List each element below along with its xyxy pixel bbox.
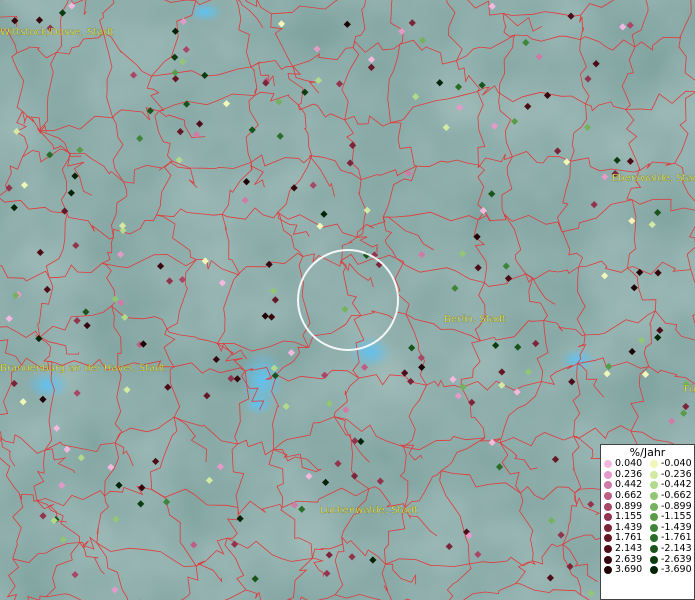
legend-color-dot	[650, 523, 658, 532]
legend-positive-entry: 2.639	[601, 553, 647, 565]
legend-color-dot	[604, 513, 612, 522]
legend-negative-entry: -1.761	[647, 533, 693, 543]
legend-value: 1.155	[615, 511, 643, 523]
legend-color-dot	[650, 492, 658, 501]
legend-negative-entry: -0.899	[647, 500, 693, 512]
legend-value: 0.040	[615, 458, 643, 470]
legend-positive-entry: 0.442	[601, 480, 647, 490]
legend-value: -0.236	[661, 468, 692, 480]
legend-value: -1.761	[661, 532, 692, 544]
legend-negative-entry: -2.639	[647, 553, 693, 565]
legend-negative-entry: -0.236	[647, 468, 693, 480]
legend-color-dot	[604, 566, 612, 575]
legend-value: -3.690	[661, 564, 692, 576]
legend-color-dot	[604, 523, 612, 532]
legend-row: 3.690 -3.690	[601, 565, 694, 576]
legend-positive-entry: 2.143	[601, 544, 647, 554]
legend-value: 0.236	[615, 468, 643, 480]
city-label-wittstock: Wittstock/Dosse, Stadt	[0, 27, 114, 38]
legend: %/Jahr 0.040 -0.040 0.236 -0.236 0.442 -0.442…	[600, 444, 695, 600]
legend-positive-entry: 1.155	[601, 512, 647, 522]
legend-value: -1.155	[661, 511, 692, 523]
legend-negative-entry: -1.155	[647, 512, 693, 522]
legend-color-dot	[650, 545, 658, 554]
legend-positive-entry: 0.040	[601, 459, 647, 469]
legend-negative-entry: -0.662	[647, 491, 693, 501]
legend-positive-entry: 0.236	[601, 468, 647, 480]
city-label-brandenburg: Brandenburg an der Havel, Stadt	[0, 363, 165, 374]
legend-value: 3.690	[615, 564, 643, 576]
legend-value: -0.442	[661, 479, 692, 491]
legend-value: 1.439	[615, 521, 643, 533]
legend-negative-entry: -0.040	[647, 459, 693, 469]
legend-color-dot	[650, 566, 658, 575]
legend-color-dot	[650, 502, 658, 511]
legend-color-dot	[650, 555, 658, 564]
water-body	[348, 336, 392, 368]
legend-value: 2.143	[615, 543, 643, 555]
legend-positive-entry: 1.439	[601, 521, 647, 533]
water-body	[26, 371, 70, 399]
legend-positive-entry: 3.690	[601, 565, 647, 575]
legend-color-dot	[650, 460, 658, 469]
legend-value: -2.639	[661, 553, 692, 565]
legend-negative-entry: -2.143	[647, 544, 693, 554]
legend-rows: 0.040 -0.040 0.236 -0.236 0.442 -0.442 0.662 -0…	[601, 459, 694, 576]
water-body	[244, 395, 272, 415]
legend-positive-entry: 0.899	[601, 500, 647, 512]
legend-color-dot	[650, 513, 658, 522]
legend-color-dot	[650, 481, 658, 490]
legend-value: -0.899	[661, 500, 692, 512]
city-label-eberswalde: Eberswalde, Stadt	[612, 173, 695, 184]
legend-color-dot	[604, 555, 612, 564]
legend-value: 0.899	[615, 500, 643, 512]
legend-row: 2.143 -2.143	[601, 544, 694, 555]
legend-positive-entry: 0.662	[601, 491, 647, 501]
legend-negative-entry: -1.439	[647, 521, 693, 533]
legend-color-dot	[604, 545, 612, 554]
legend-value: 0.442	[615, 479, 643, 491]
legend-value: -2.143	[661, 543, 692, 555]
legend-row: 1.155 -1.155	[601, 512, 694, 523]
legend-row: 0.040 -0.040	[601, 459, 694, 470]
legend-positive-entry: 1.761	[601, 533, 647, 543]
legend-value: 2.639	[615, 553, 643, 565]
legend-color-dot	[604, 492, 612, 501]
legend-title: %/Jahr	[629, 446, 666, 459]
map-canvas[interactable]: Wittstock/Dosse, Stadt Eberswalde, Stadt…	[0, 0, 695, 600]
legend-negative-entry: -0.442	[647, 480, 693, 490]
city-label-luckenwalde: Luckenwalde, Stadt	[320, 505, 418, 516]
legend-color-dot	[604, 470, 612, 479]
legend-color-dot	[650, 470, 658, 479]
legend-value: 1.761	[615, 532, 643, 544]
legend-color-dot	[604, 502, 612, 511]
legend-value: 0.662	[615, 490, 643, 502]
legend-color-dot	[604, 534, 612, 543]
legend-color-dot	[650, 534, 658, 543]
city-label-fu: Fü	[684, 384, 695, 395]
legend-value: -1.439	[661, 521, 692, 533]
legend-color-dot	[604, 481, 612, 490]
legend-negative-entry: -3.690	[647, 565, 693, 575]
legend-value: -0.662	[661, 490, 692, 502]
legend-value: -0.040	[661, 458, 692, 470]
city-label-berlin: Berlin, Stadt	[444, 314, 506, 325]
legend-row: 0.662 -0.662	[601, 491, 694, 502]
legend-color-dot	[604, 460, 612, 469]
